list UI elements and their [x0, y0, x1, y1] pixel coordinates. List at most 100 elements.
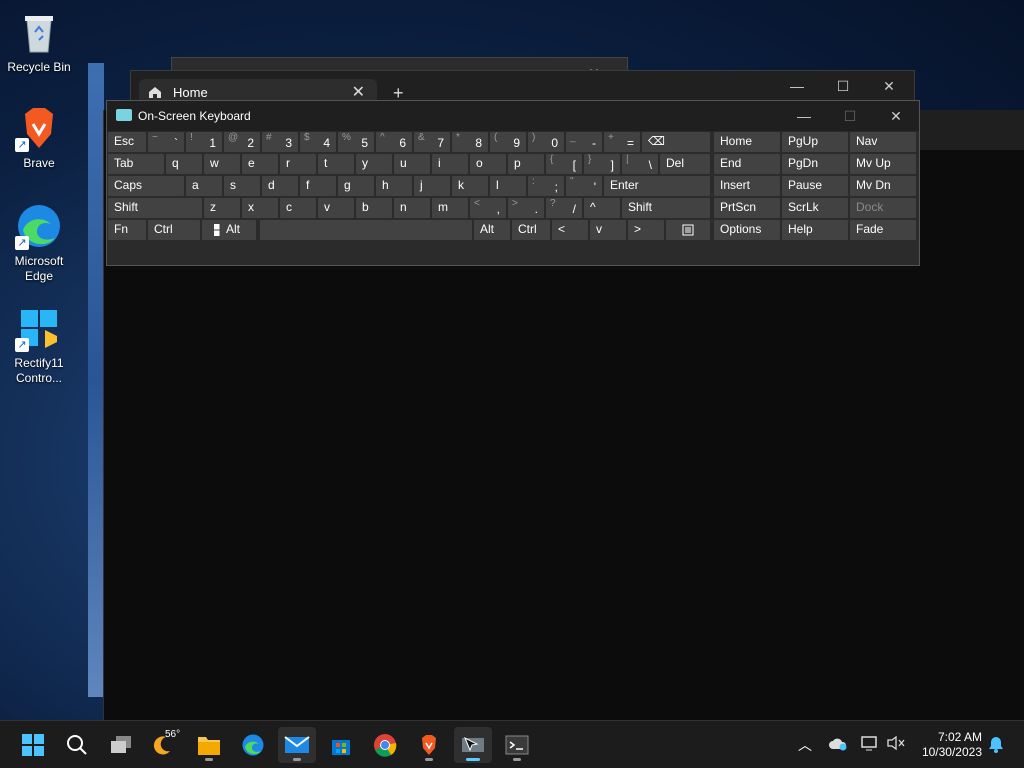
- edge-taskbar-button[interactable]: [234, 727, 272, 763]
- key-menu[interactable]: [666, 220, 710, 240]
- key-pause[interactable]: Pause: [782, 176, 848, 196]
- key-[interactable]: _ -: [566, 132, 602, 152]
- key-[interactable]: ? /: [546, 198, 582, 218]
- key-2[interactable]: @2: [224, 132, 260, 152]
- key-prtscn[interactable]: PrtScn: [714, 198, 780, 218]
- key-ctrl[interactable]: Ctrl: [148, 220, 200, 240]
- key-u[interactable]: u: [394, 154, 430, 174]
- key-fade[interactable]: Fade: [850, 220, 916, 240]
- browser-window[interactable]: Home ✕ + — ☐ ✕: [130, 70, 915, 105]
- key-esc[interactable]: Esc: [108, 132, 146, 152]
- search-button[interactable]: [58, 727, 96, 763]
- close-icon[interactable]: ✕: [873, 101, 919, 131]
- key-insert[interactable]: Insert: [714, 176, 780, 196]
- desktop-icon-microsoft-edge[interactable]: ↗ Microsoft Edge: [4, 202, 74, 284]
- key-v[interactable]: v: [590, 220, 626, 240]
- desktop-icon-brave[interactable]: ↗ Brave: [4, 104, 74, 171]
- key-alt[interactable]: Alt: [474, 220, 510, 240]
- store-button[interactable]: [322, 727, 360, 763]
- key-ctrl[interactable]: Ctrl: [512, 220, 550, 240]
- key-scrlk[interactable]: ScrLk: [782, 198, 848, 218]
- desktop-icon-rectify11-control[interactable]: ↗ Rectify11 Contro...: [4, 304, 74, 386]
- key-6[interactable]: ^ 6: [376, 132, 412, 152]
- on-screen-keyboard-window[interactable]: On-Screen Keyboard — ☐ ✕ Esc ~ `! 1 @2 #3 $4% 5…: [106, 100, 920, 266]
- key-9[interactable]: (9: [490, 132, 526, 152]
- key-[interactable]: :;: [528, 176, 564, 196]
- key-3[interactable]: #3: [262, 132, 298, 152]
- key-t[interactable]: t: [318, 154, 354, 174]
- onedrive-icon[interactable]: [828, 735, 848, 756]
- key-mv-up[interactable]: Mv Up: [850, 154, 916, 174]
- key-shift[interactable]: Shift: [108, 198, 202, 218]
- key-[interactable]: >: [628, 220, 664, 240]
- brave-taskbar-button[interactable]: [410, 727, 448, 763]
- key-m[interactable]: m: [432, 198, 468, 218]
- key-p[interactable]: p: [508, 154, 544, 174]
- key-options[interactable]: Options: [714, 220, 780, 240]
- key-[interactable]: ^: [584, 198, 620, 218]
- key-tab[interactable]: Tab: [108, 154, 164, 174]
- key-[interactable]: " ': [566, 176, 602, 196]
- key-r[interactable]: r: [280, 154, 316, 174]
- key-[interactable]: + =: [604, 132, 640, 152]
- key-s[interactable]: s: [224, 176, 260, 196]
- key-k[interactable]: k: [452, 176, 488, 196]
- key-[interactable]: ⌫: [642, 132, 710, 152]
- terminal-button[interactable]: [498, 727, 536, 763]
- key-y[interactable]: y: [356, 154, 392, 174]
- key-mv-dn[interactable]: Mv Dn: [850, 176, 916, 196]
- key-0[interactable]: ) 0: [528, 132, 564, 152]
- key-[interactable]: | \: [622, 154, 658, 174]
- widgets-button[interactable]: 56°: [146, 727, 184, 763]
- chrome-button[interactable]: [366, 727, 404, 763]
- key-alt[interactable]: Alt: [220, 220, 256, 240]
- key-dock[interactable]: Dock: [850, 198, 916, 218]
- key-n[interactable]: n: [394, 198, 430, 218]
- mail-button[interactable]: [278, 727, 316, 763]
- osk-titlebar[interactable]: On-Screen Keyboard — ☐ ✕: [107, 101, 919, 131]
- volume-muted-icon[interactable]: [886, 735, 906, 756]
- key-[interactable]: {[: [546, 154, 582, 174]
- key-7[interactable]: & 7: [414, 132, 450, 152]
- key-help[interactable]: Help: [782, 220, 848, 240]
- tab-close-icon[interactable]: ✕: [352, 82, 365, 102]
- key-pgup[interactable]: PgUp: [782, 132, 848, 152]
- close-icon[interactable]: ✕: [866, 71, 912, 101]
- start-button[interactable]: [14, 727, 52, 763]
- key-j[interactable]: j: [414, 176, 450, 196]
- key-a[interactable]: a: [186, 176, 222, 196]
- key-[interactable]: ~ `: [148, 132, 184, 152]
- key-d[interactable]: d: [262, 176, 298, 196]
- key-8[interactable]: * 8: [452, 132, 488, 152]
- key-[interactable]: >.: [508, 198, 544, 218]
- key-shift[interactable]: Shift: [622, 198, 710, 218]
- key-1[interactable]: ! 1: [186, 132, 222, 152]
- clock[interactable]: 7:02 AM 10/30/2023: [922, 730, 982, 760]
- key-pgdn[interactable]: PgDn: [782, 154, 848, 174]
- key-5[interactable]: % 5: [338, 132, 374, 152]
- key-o[interactable]: o: [470, 154, 506, 174]
- key-enter[interactable]: Enter: [604, 176, 710, 196]
- key-h[interactable]: h: [376, 176, 412, 196]
- minimize-icon[interactable]: —: [774, 71, 820, 101]
- key-del[interactable]: Del: [660, 154, 710, 174]
- desktop-icon-recycle-bin[interactable]: Recycle Bin: [4, 8, 74, 75]
- task-view-button[interactable]: [102, 727, 140, 763]
- key-q[interactable]: q: [166, 154, 202, 174]
- key-end[interactable]: End: [714, 154, 780, 174]
- key-c[interactable]: c: [280, 198, 316, 218]
- key-w[interactable]: w: [204, 154, 240, 174]
- chevron-up-icon[interactable]: ︿: [798, 735, 812, 755]
- key-f[interactable]: f: [300, 176, 336, 196]
- key-4[interactable]: $4: [300, 132, 336, 152]
- minimize-icon[interactable]: —: [781, 101, 827, 131]
- key-fn[interactable]: Fn: [108, 220, 146, 240]
- key-[interactable]: }]: [584, 154, 620, 174]
- key-e[interactable]: e: [242, 154, 278, 174]
- key-caps[interactable]: Caps: [108, 176, 184, 196]
- key-[interactable]: <,: [470, 198, 506, 218]
- key-z[interactable]: z: [204, 198, 240, 218]
- key-[interactable]: <: [552, 220, 588, 240]
- key-g[interactable]: g: [338, 176, 374, 196]
- key-v[interactable]: v: [318, 198, 354, 218]
